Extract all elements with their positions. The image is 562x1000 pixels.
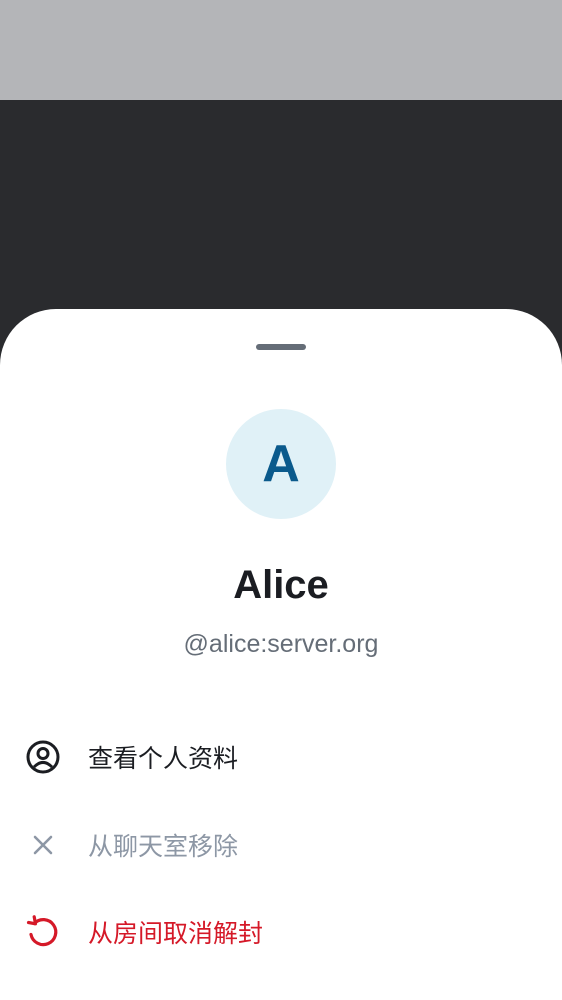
room-member-bottom-sheet: A Alice @alice:server.org 查看个人资料 从聊天室移除 <box>0 309 562 1000</box>
view-profile-button[interactable]: 查看个人资料 <box>0 717 562 797</box>
restore-icon <box>24 913 62 951</box>
avatar: A <box>226 409 336 519</box>
drag-handle[interactable] <box>256 344 306 350</box>
user-id: @alice:server.org <box>183 630 379 658</box>
status-bar-area <box>0 0 562 100</box>
unban-from-room-label: 从房间取消解封 <box>88 920 264 948</box>
user-profile-icon <box>24 738 62 776</box>
background-scrim[interactable] <box>0 100 562 310</box>
view-profile-label: 查看个人资料 <box>88 745 239 773</box>
remove-from-room-label: 从聊天室移除 <box>88 833 239 861</box>
remove-from-room-button[interactable]: 从聊天室移除 <box>0 805 562 885</box>
close-icon <box>24 826 62 864</box>
avatar-initial: A <box>262 435 300 493</box>
unban-from-room-button[interactable]: 从房间取消解封 <box>0 892 562 972</box>
display-name: Alice <box>233 563 329 607</box>
